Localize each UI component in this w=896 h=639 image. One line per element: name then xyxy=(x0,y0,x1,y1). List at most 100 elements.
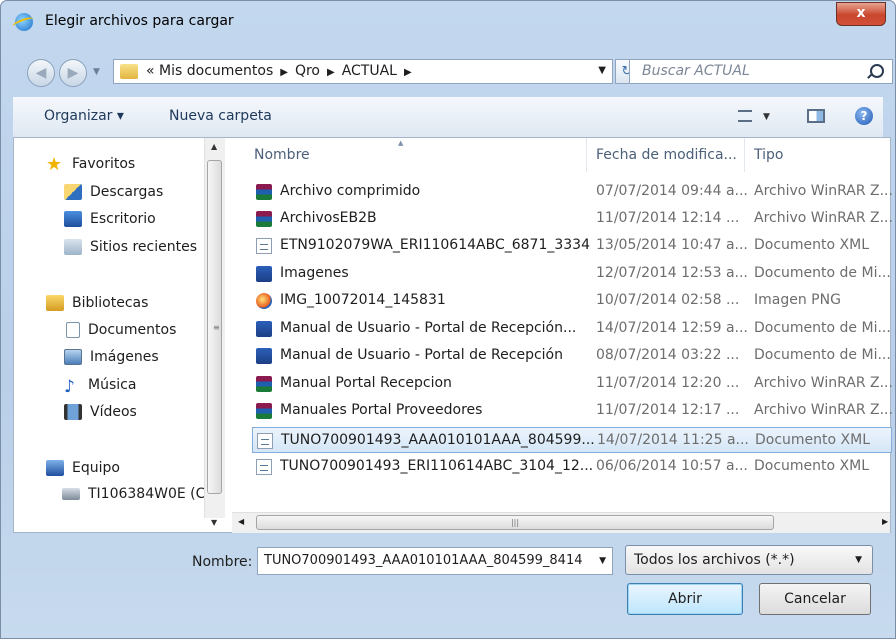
scroll-left-icon[interactable]: ◀ xyxy=(238,517,244,526)
file-row[interactable]: Manual de Usuario - Portal de Recepción 0… xyxy=(252,343,892,369)
xml-icon xyxy=(256,238,272,254)
sidebar-item-favoritos[interactable]: ★ Favoritos xyxy=(46,152,135,176)
file-row[interactable]: Manual Portal Recepcion 11/07/2014 12:20 … xyxy=(252,371,893,397)
sidebar-item-equipo[interactable]: Equipo xyxy=(46,456,120,480)
file-row[interactable]: Manual de Usuario - Portal de Recepción.… xyxy=(252,316,892,342)
arrow-left-icon: ◀ xyxy=(35,65,47,81)
scroll-up-icon[interactable]: ▲ xyxy=(211,142,217,151)
sidebar-item-imagenes[interactable]: Imágenes xyxy=(64,345,159,369)
organize-menu-button[interactable]: Organizar ▾ xyxy=(44,108,124,124)
xml-icon xyxy=(256,459,272,475)
documents-icon xyxy=(66,322,80,338)
sidebar-item-videos[interactable]: Vídeos xyxy=(64,400,137,424)
internet-explorer-icon xyxy=(15,13,33,31)
file-row[interactable]: Manuales Portal Proveedores 11/07/2014 12… xyxy=(252,398,893,424)
chevron-down-icon[interactable]: ▼ xyxy=(599,556,606,566)
back-button[interactable]: ◀ xyxy=(27,59,55,87)
file-row[interactable]: ArchivosEB2B 11/07/2014 12:14 ... Archivo … xyxy=(252,206,893,232)
sidebar-scroll-thumb[interactable]: ≡ xyxy=(207,160,222,494)
breadcrumb-actual[interactable]: ACTUAL xyxy=(342,63,397,79)
window-title: Elegir archivos para cargar xyxy=(45,13,234,29)
column-header-name[interactable]: Nombre xyxy=(254,138,310,172)
open-button[interactable]: Abrir xyxy=(627,583,743,615)
file-row[interactable]: Imagenes 12/07/2014 12:53 a... Documento d… xyxy=(252,261,892,287)
arrow-right-icon: ▶ xyxy=(67,65,79,81)
sidebar-item-bibliotecas[interactable]: Bibliotecas xyxy=(46,291,148,315)
search-placeholder: Buscar ACTUAL xyxy=(642,63,750,79)
sidebar-item-descargas[interactable]: Descargas xyxy=(64,180,163,204)
videos-icon xyxy=(64,404,82,420)
recent-places-icon xyxy=(64,239,82,255)
file-type-filter-value: Todos los archivos (*.*) xyxy=(634,552,795,568)
sidebar-item-documentos[interactable]: Documentos xyxy=(66,318,176,342)
folder-icon xyxy=(120,64,138,79)
scroll-right-icon[interactable]: ▶ xyxy=(882,517,888,526)
address-bar[interactable]: « Mis documentos ▶ Qro ▶ ACTUAL ▶ ▼ xyxy=(113,59,613,84)
breadcrumb-mis-documentos[interactable]: Mis documentos xyxy=(159,63,273,79)
chevron-down-icon: ▼ xyxy=(855,555,862,565)
png-icon xyxy=(256,293,272,309)
winrar-icon xyxy=(256,376,272,392)
filename-label: Nombre: xyxy=(192,554,253,570)
xml-icon xyxy=(257,433,273,449)
view-options-dropdown[interactable]: ▼ xyxy=(763,112,770,122)
word-icon xyxy=(256,266,272,282)
libraries-icon xyxy=(46,295,64,311)
cancel-button[interactable]: Cancelar xyxy=(759,583,871,615)
scroll-down-icon[interactable]: ▼ xyxy=(211,518,217,527)
pictures-icon xyxy=(64,349,82,365)
breadcrumb-overflow[interactable]: « xyxy=(146,63,155,79)
file-list: Nombre ▲ Fecha de modifica... Tipo Archi… xyxy=(230,138,893,532)
file-dialog-window: Elegir archivos para cargar x ◀ ▶ ▼ « Mi… xyxy=(0,0,896,639)
word-icon xyxy=(256,348,272,364)
sidebar-item-sitios-recientes[interactable]: Sitios recientes xyxy=(64,235,197,259)
help-icon[interactable]: ? xyxy=(855,107,873,125)
winrar-icon xyxy=(256,184,272,200)
music-icon: ♪ xyxy=(64,377,75,397)
grip-icon: ≡ xyxy=(213,323,220,332)
column-divider[interactable] xyxy=(744,138,745,172)
sidebar-scrollbar[interactable]: ▲ ≡ ▼ xyxy=(204,138,225,527)
chevron-right-icon[interactable]: ▶ xyxy=(327,67,335,78)
star-icon: ★ xyxy=(46,153,63,175)
breadcrumb: « Mis documentos ▶ Qro ▶ ACTUAL ▶ xyxy=(146,63,419,79)
sidebar-item-escritorio[interactable]: Escritorio xyxy=(64,207,156,231)
winrar-icon xyxy=(256,211,272,227)
file-list-scrollbar[interactable]: ◀ ||| ▶ xyxy=(232,512,890,533)
grip-icon: ||| xyxy=(510,518,520,527)
sidebar-item-drive-c[interactable]: TI106384W0E (C:) xyxy=(62,482,216,506)
column-header-date[interactable]: Fecha de modifica... xyxy=(596,138,737,172)
navigation-pane: ★ Favoritos Descargas Escritorio Sitios r… xyxy=(14,138,230,532)
file-row[interactable]: TUNO700901493_ERI110614ABC_3104_12... 06/… xyxy=(252,454,892,480)
breadcrumb-qro[interactable]: Qro xyxy=(295,63,320,79)
recent-locations-dropdown[interactable]: ▼ xyxy=(93,67,100,77)
winrar-icon xyxy=(256,403,272,419)
file-list-scroll-thumb[interactable]: ||| xyxy=(256,515,774,530)
file-row[interactable]: IMG_10072014_145831 10/07/2014 02:58 ... I… xyxy=(252,288,892,314)
sort-ascending-icon: ▲ xyxy=(398,139,404,147)
word-icon xyxy=(256,321,272,337)
forward-button[interactable]: ▶ xyxy=(59,59,87,87)
filename-input[interactable]: TUNO700901493_AAA010101AAA_804599_8414 xyxy=(264,553,583,568)
close-button[interactable]: x xyxy=(836,2,886,26)
column-divider[interactable] xyxy=(586,138,587,172)
sidebar-item-musica[interactable]: ♪ Música xyxy=(64,373,136,397)
filename-combobox[interactable]: TUNO700901493_AAA010101AAA_804599_8414 ▼ xyxy=(257,547,613,575)
view-options-icon[interactable] xyxy=(738,110,752,122)
search-input[interactable]: Buscar ACTUAL xyxy=(629,59,893,84)
column-header-type[interactable]: Tipo xyxy=(754,138,783,172)
navigation-bar: ◀ ▶ ▼ « Mis documentos ▶ Qro ▶ ACTUAL ▶ ▼ ↻ B… xyxy=(1,49,895,91)
new-folder-button[interactable]: Nueva carpeta xyxy=(169,108,272,124)
drive-icon xyxy=(62,488,80,500)
file-row[interactable]: ETN9102079WA_ERI110614ABC_6871_3334 13/05… xyxy=(252,233,892,259)
search-icon[interactable] xyxy=(870,64,884,78)
file-type-filter-select[interactable]: Todos los archivos (*.*) ▼ xyxy=(625,545,873,575)
address-history-dropdown[interactable]: ▼ xyxy=(598,65,606,76)
command-toolbar: Organizar ▾ Nueva carpeta ▼ ? xyxy=(13,97,883,138)
file-row-selected[interactable]: TUNO700901493_AAA010101AAA_804599... 14/0… xyxy=(252,427,892,453)
chevron-right-icon[interactable]: ▶ xyxy=(280,67,288,78)
chevron-right-icon[interactable]: ▶ xyxy=(404,67,412,78)
preview-pane-icon[interactable] xyxy=(807,109,825,123)
file-row[interactable]: Archivo comprimido 07/07/2014 09:44 a... A… xyxy=(252,179,893,205)
downloads-folder-icon xyxy=(64,184,82,200)
